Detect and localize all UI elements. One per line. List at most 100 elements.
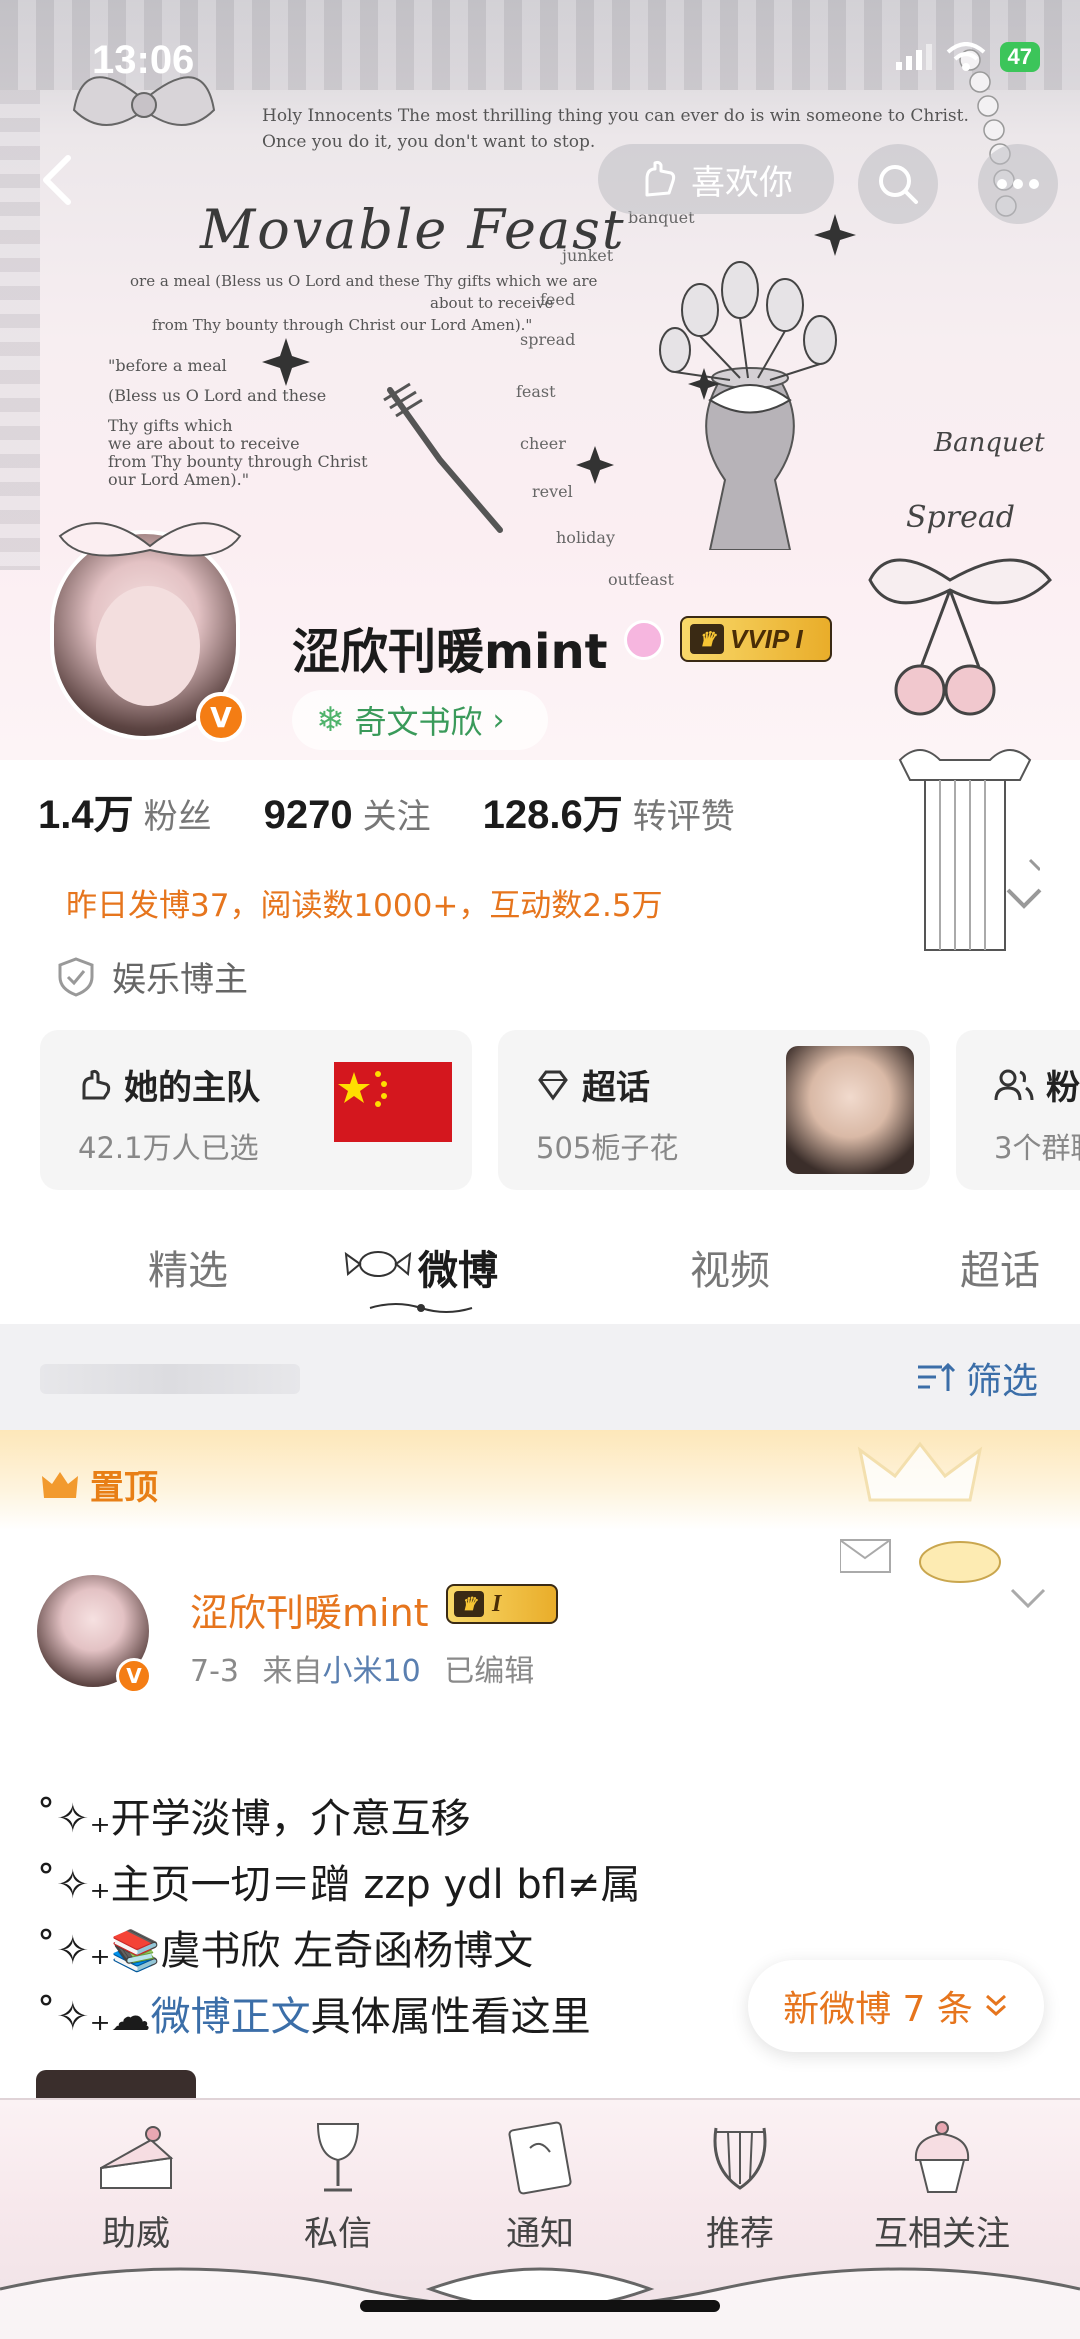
post-date: 7-3 [190, 1654, 239, 1689]
post-options-chevron-icon[interactable] [1008, 1584, 1048, 1614]
back-arrow-icon[interactable] [30, 150, 90, 210]
post-body: ˚✧₊开学淡博，介意互移 ˚✧₊主页一切＝蹭 zzp ydl bfl≠属 ˚✧₊… [36, 1786, 640, 2050]
post-meta: 7-3 来自小米10 已编辑 [190, 1646, 534, 1690]
blurred-text [40, 1364, 300, 1394]
pinned-label: 置顶 [90, 1468, 158, 1508]
profile-username: 涩欣刊暖mint [292, 624, 608, 680]
group-users-icon [994, 1069, 1034, 1100]
card-super-topic-title: 超话 [582, 1068, 650, 1108]
crown-letter-decoration [840, 1441, 1001, 1583]
profile-stats: 1.4万 粉丝 9270 关注 128.6万 转评赞 [38, 782, 735, 840]
snowflake-icon: ❄ [316, 700, 345, 740]
tab-super-topic[interactable]: 超话 [960, 1238, 1040, 1296]
sparkle-prefix: ˚✧₊ [36, 1862, 111, 1908]
filter-icon [917, 1362, 956, 1391]
stat-interactions-num: 128.6万 [482, 793, 623, 837]
card-fan-groups-title: 粉丝群 [1046, 1068, 1080, 1108]
card-fan-groups-sub: 3个群聊 [994, 1131, 1080, 1165]
stat-following-label: 关注 [362, 797, 431, 837]
crown-icon: ♛ [454, 1591, 484, 1617]
post-line-text: 主页一切＝蹭 zzp ydl bfl≠属 [110, 1862, 641, 1908]
crown-icon [42, 1471, 78, 1498]
card-home-team-title: 她的主队 [124, 1068, 260, 1108]
stat-interactions-label: 转评赞 [632, 797, 735, 837]
tab-weibo[interactable]: 微博 [418, 1238, 498, 1296]
vvip-badge[interactable]: ♛ VVIP I [680, 616, 832, 662]
cellular-signal-icon [895, 44, 932, 70]
verified-badge: V [196, 692, 246, 742]
letter-card-icon [508, 2121, 572, 2195]
shield-check-icon [58, 956, 94, 997]
activity-summary: 昨日发博37，阅读数1000+，互动数2.5万 [66, 888, 663, 924]
stat-followers[interactable]: 1.4万 粉丝 [38, 782, 212, 840]
stat-interactions[interactable]: 128.6万 转评赞 [483, 782, 735, 840]
post-line-text: 开学淡博，介意互移 [110, 1796, 471, 1842]
post-source[interactable]: 小米10 [323, 1654, 421, 1689]
like-you-button[interactable]: 喜欢你 [598, 144, 834, 214]
cupcake-icon [914, 2121, 970, 2193]
post-body-link[interactable]: 微博正文 [151, 1994, 311, 2040]
card-super-topic[interactable]: 超话 505栀子花 [498, 1030, 930, 1190]
new-posts-button[interactable]: 新微博 7 条 [748, 1960, 1044, 2052]
wifi-icon [946, 42, 985, 71]
stat-followers-label: 粉丝 [143, 797, 212, 837]
post-line-text: 虞书欣 左奇函杨博文 [160, 1928, 534, 1974]
sparkle-prefix: ˚✧₊📚 [36, 1928, 161, 1974]
more-dots-icon [997, 179, 1039, 189]
post-edited: 已编辑 [444, 1654, 535, 1689]
content-tabs: 精选 微博 视频 超话 [0, 1226, 1080, 1322]
post-verified-badge: V [116, 1658, 152, 1694]
search-button[interactable] [858, 144, 938, 224]
post-author-name[interactable]: 涩欣刊暖mint [190, 1582, 429, 1637]
post-line-text: 具体属性看这里 [310, 1994, 591, 2040]
role-label: 娱乐博主 [112, 960, 248, 1000]
filter-bar: 筛选 [0, 1324, 1080, 1430]
post-source-prefix: 来自 [262, 1654, 323, 1689]
role-tag: 娱乐博主 [58, 952, 248, 1001]
sparkle-prefix: ˚✧₊☁ [36, 1994, 151, 2040]
stat-following[interactable]: 9270 关注 [264, 789, 431, 838]
ribbon-decoration [0, 2267, 1080, 2339]
chevron-right-icon: › [492, 702, 505, 738]
goblet-icon [316, 2123, 360, 2192]
battery-indicator: 47 [999, 42, 1040, 72]
hand-heart-icon [645, 160, 676, 197]
double-chevron-down-icon [985, 1994, 1006, 2017]
status-icons: 47 [895, 42, 1040, 72]
feature-cards: 她的主队 42.1万人已选 超话 505栀子花 粉丝群 3个 [40, 1030, 1080, 1190]
group-tag-label: 奇文书欣 [354, 703, 483, 741]
vvip-label: VVIP I [730, 623, 803, 654]
card-fan-groups[interactable]: 粉丝群 3个群聊 [956, 1030, 1080, 1190]
new-posts-label: 新微博 7 条 [783, 1989, 973, 2030]
avatar-bow-decoration [58, 522, 242, 557]
trophy-hand-icon [82, 1069, 111, 1099]
cake-icon [100, 2126, 174, 2189]
lyre-icon [713, 2127, 767, 2190]
post-image-thumbnail[interactable] [36, 2070, 196, 2100]
stat-following-num: 9270 [263, 793, 353, 837]
card-home-team[interactable]: 她的主队 42.1万人已选 [40, 1030, 472, 1190]
post-vip-badge: ♛ I [446, 1584, 558, 1624]
pinned-label-wrap: 置顶 [40, 1460, 158, 1509]
tab-featured[interactable]: 精选 [148, 1238, 228, 1296]
expand-chevron-icon[interactable] [1004, 886, 1044, 912]
home-indicator[interactable] [360, 2300, 720, 2312]
group-tag-button[interactable]: ❄ 奇文书欣 › [292, 690, 548, 750]
filter-button[interactable]: 筛选 [916, 1352, 1038, 1404]
sparkle-prefix: ˚✧₊ [36, 1796, 111, 1842]
post-vip-label: I [492, 1590, 502, 1617]
post-line-1: ˚✧₊开学淡博，介意互移 [36, 1786, 640, 1852]
gender-female-icon [624, 620, 664, 660]
tab-videos[interactable]: 视频 [690, 1238, 770, 1296]
status-time: 13:06 [92, 38, 195, 82]
tab-active-underline [369, 1303, 473, 1313]
search-icon [879, 165, 918, 204]
avatar-face [96, 586, 200, 706]
diamond-icon [538, 1070, 568, 1101]
candy-icon [344, 1251, 412, 1277]
more-options-button[interactable] [978, 144, 1058, 224]
stat-followers-num: 1.4万 [38, 793, 134, 837]
china-flag-icon [334, 1062, 452, 1142]
post-line-3: ˚✧₊📚虞书欣 左奇函杨博文 [36, 1918, 640, 1984]
column-illustration [898, 749, 1040, 951]
